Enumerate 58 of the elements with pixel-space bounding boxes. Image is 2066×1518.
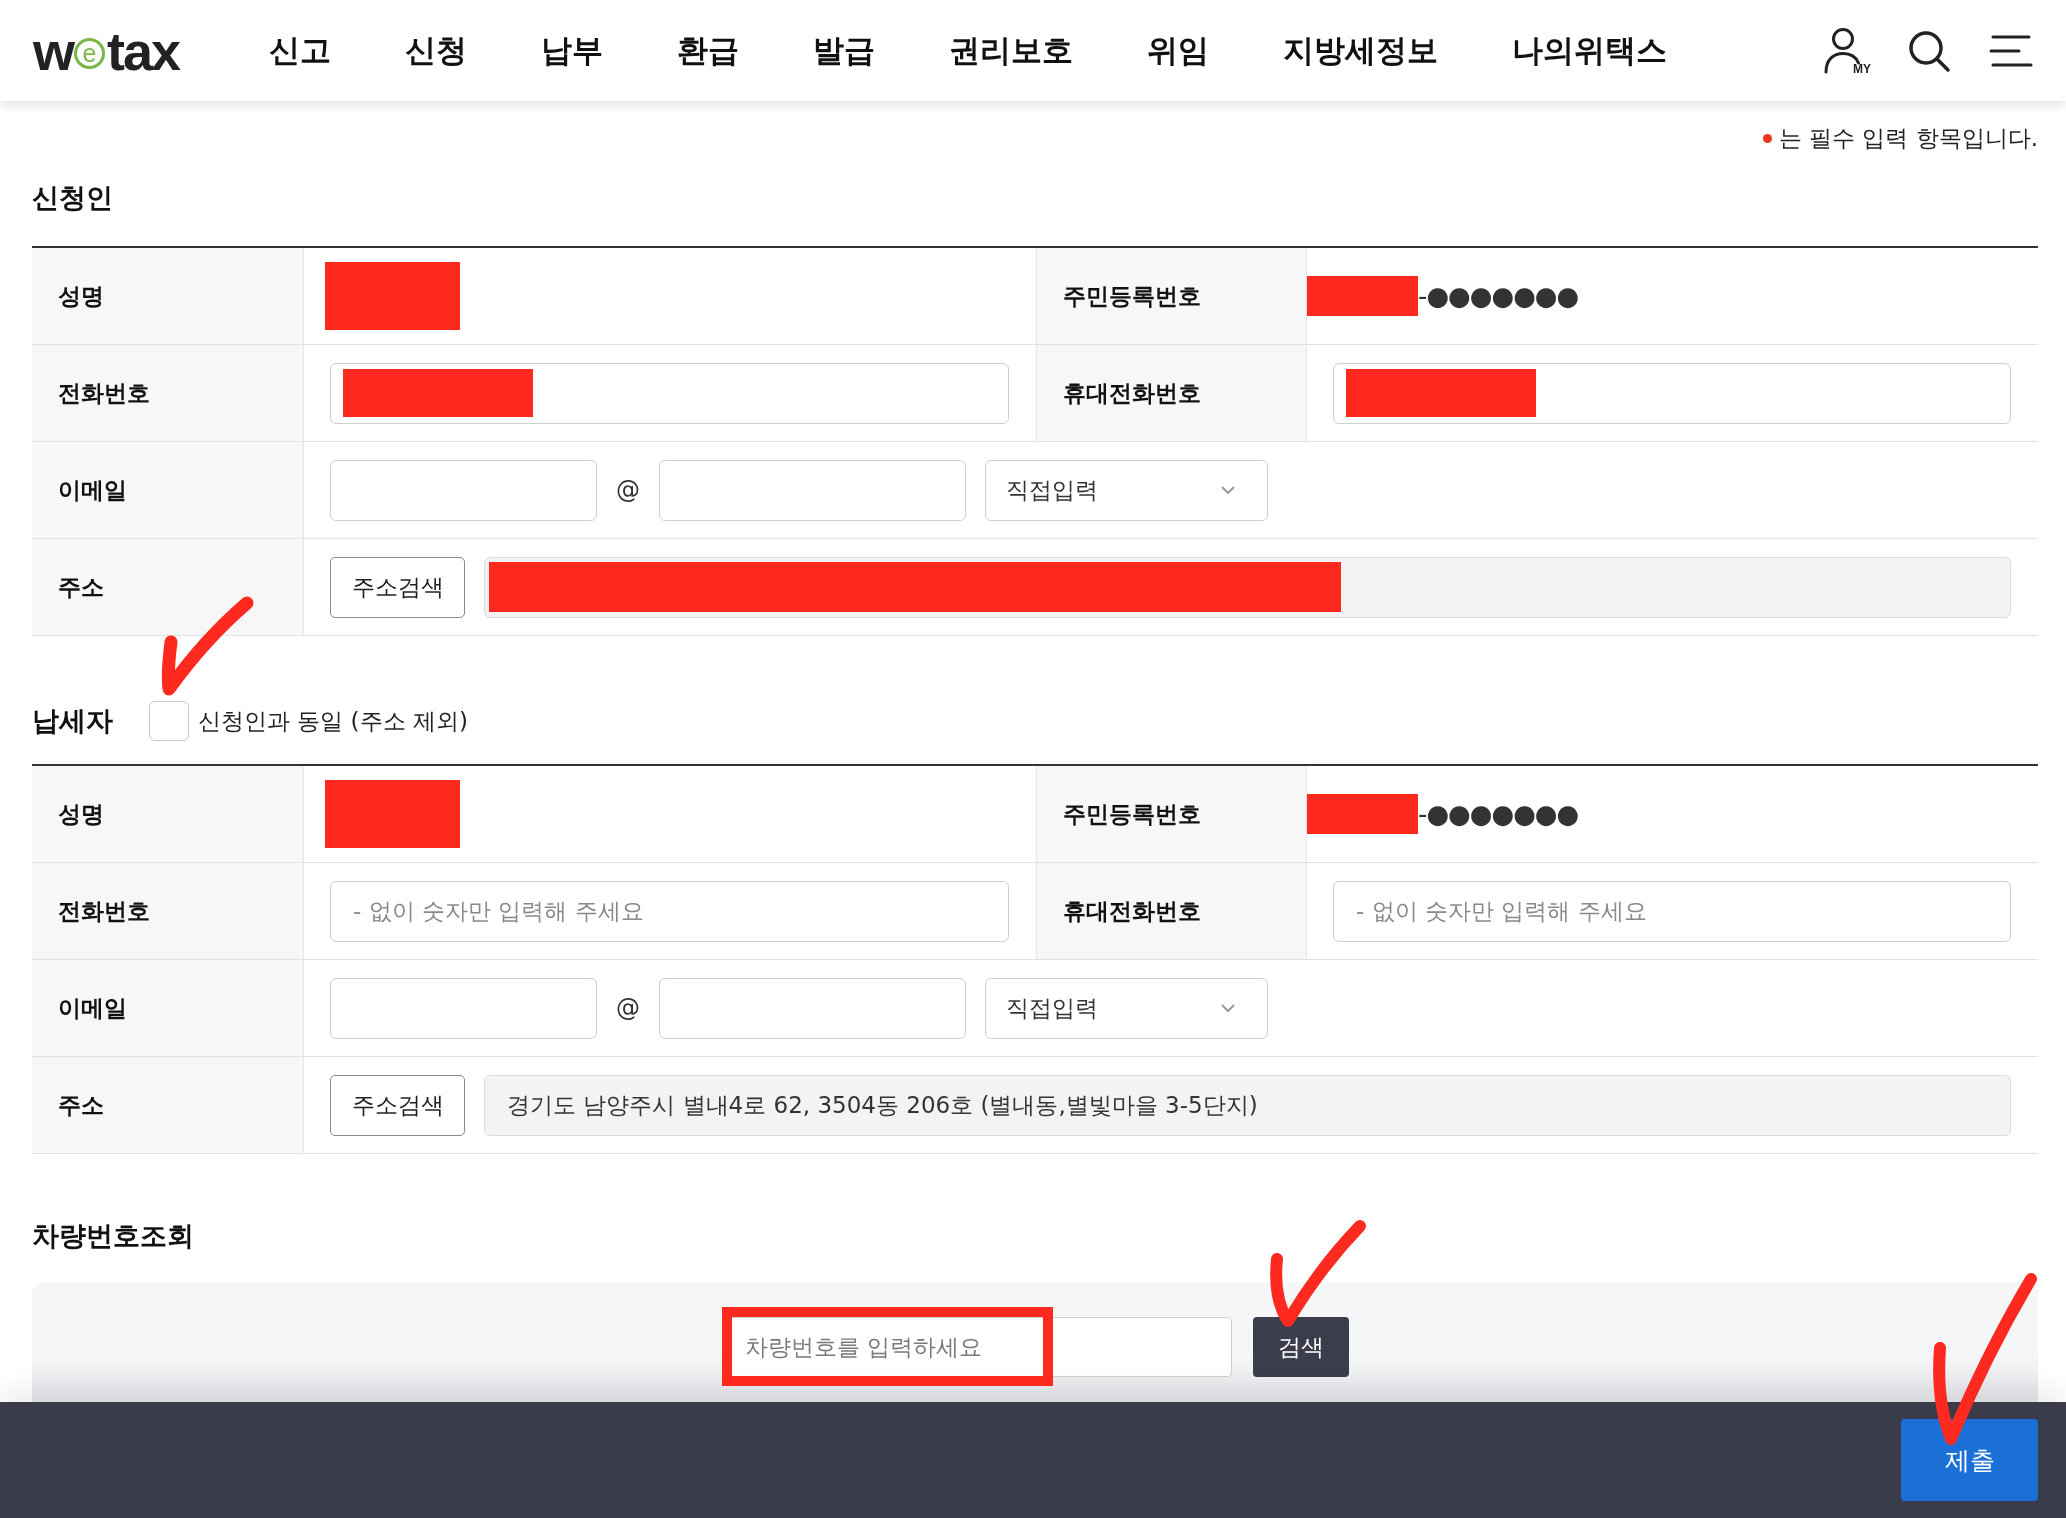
email-domain-select[interactable]: 직접입력: [985, 459, 1268, 521]
masked-id-number: -●●●●●●●: [1418, 799, 1579, 829]
field-label: 휴대전화번호: [1036, 345, 1307, 441]
search-button[interactable]: 검색: [1252, 1317, 1349, 1377]
section-title: 차량번호조회: [32, 1219, 194, 1253]
phone-input[interactable]: [330, 362, 1009, 424]
field-label: 이메일: [32, 442, 304, 538]
field-label: 성명: [32, 248, 304, 344]
section-title: 신청인: [32, 181, 113, 215]
field-label: 전화번호: [32, 863, 304, 959]
nav-link[interactable]: 신청: [405, 31, 467, 70]
nav-link[interactable]: 지방세정보: [1283, 31, 1438, 70]
email-id-input[interactable]: [330, 977, 597, 1039]
at-sign: @: [616, 476, 640, 504]
address-field[interactable]: [484, 556, 2011, 618]
search-icon: [1907, 28, 1951, 73]
nav-link[interactable]: 권리보호: [949, 31, 1073, 70]
phone-input[interactable]: - 없이 숫자만 입력해 주세요: [1333, 880, 2011, 942]
phone-input[interactable]: [1333, 362, 2011, 424]
field-label: 주소: [32, 539, 304, 635]
logo-text[interactable]: tax: [107, 23, 180, 78]
section-title: 납세자: [32, 704, 113, 738]
field-label: 휴대전화번호: [1036, 863, 1307, 959]
checkbox-label[interactable]: 신청인과 동일 (주소 제외): [198, 705, 468, 737]
phone-input[interactable]: - 없이 숫자만 입력해 주세요: [330, 880, 1009, 942]
menu-icon: [1989, 33, 2033, 68]
chevron-down-icon: [1221, 1003, 1235, 1013]
nav-link[interactable]: 환급: [677, 31, 739, 70]
required-note: 는 필수 입력 항목입니다.: [1778, 124, 2038, 153]
address-field[interactable]: 경기도 남양주시 별내4로 62, 3504동 206호 (별내동,별빛마을 3-5단지): [484, 1074, 2011, 1136]
nav-link[interactable]: 납부: [541, 31, 603, 70]
email-domain-input[interactable]: [659, 459, 966, 521]
field-label: 이메일: [32, 960, 304, 1056]
masked-id-number: -●●●●●●●: [1418, 281, 1579, 311]
chevron-down-icon: [1221, 485, 1235, 495]
logo-text[interactable]: w: [33, 23, 73, 78]
field-label: 성명: [32, 766, 304, 862]
checkbox[interactable]: [149, 701, 189, 741]
address-search-button[interactable]: 주소검색: [330, 1074, 465, 1136]
email-domain-input[interactable]: [659, 977, 966, 1039]
field-label: 주민등록번호: [1036, 248, 1307, 344]
nav-link[interactable]: 위임: [1147, 31, 1209, 70]
my-page-button[interactable]: MY: [1823, 26, 1869, 75]
email-domain-select[interactable]: 직접입력: [985, 977, 1268, 1039]
at-sign: @: [616, 994, 640, 1022]
address-search-button[interactable]: 주소검색: [330, 556, 465, 618]
nav-link[interactable]: 발급: [813, 31, 875, 70]
email-id-input[interactable]: [330, 459, 597, 521]
submit-button[interactable]: 제출: [1901, 1419, 2038, 1501]
address-value: 경기도 남양주시 별내4로 62, 3504동 206호 (별내동,별빛마을 3-5단지): [507, 1090, 1258, 1120]
nav-link[interactable]: 나의위택스: [1512, 31, 1667, 70]
menu-button[interactable]: [1989, 33, 2033, 68]
search-button[interactable]: [1907, 28, 1951, 73]
nav-link[interactable]: 신고: [269, 31, 331, 70]
required-dot-icon: [1762, 133, 1772, 143]
field-label: 주민등록번호: [1036, 766, 1307, 862]
field-label: 주소: [32, 1057, 304, 1153]
field-label: 전화번호: [32, 345, 304, 441]
